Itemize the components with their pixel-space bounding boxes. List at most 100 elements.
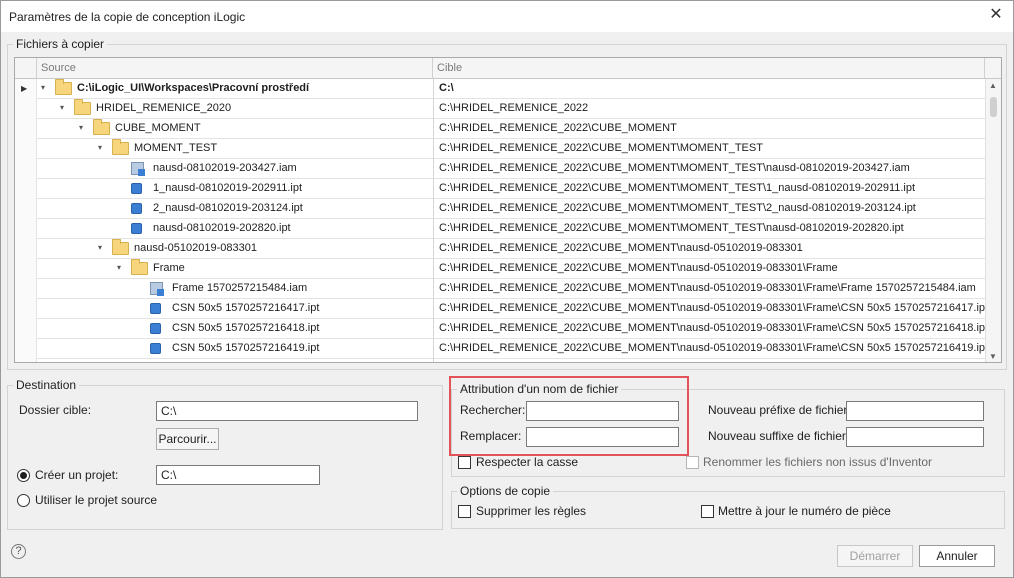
update-part-number-label[interactable]: Mettre à jour le numéro de pièce — [718, 504, 891, 518]
table-row[interactable]: CSN 50x5 1570257216417.ipt C:\HRIDEL_REME… — [15, 299, 985, 319]
expand-collapse-icon[interactable]: ▾ — [117, 263, 121, 272]
table-row[interactable]: ▶ ▾ C:\iLogic_UI\Workspaces\Pracovní prost… — [15, 79, 985, 99]
start-button[interactable]: Démarrer — [837, 545, 913, 567]
close-icon[interactable]: ✕ — [987, 6, 1005, 24]
new-prefix-input[interactable] — [846, 401, 984, 421]
table-row[interactable]: Frame 1570257215484.iam C:\HRIDEL_REMENIC… — [15, 279, 985, 299]
table-row[interactable] — [15, 359, 985, 362]
row-indicator[interactable] — [15, 279, 37, 299]
files-tree-grid: Source Cible ▶ ▾ C:\iLogic_UI\Workspaces\P… — [14, 57, 1002, 363]
part-icon — [150, 323, 161, 334]
row-indicator[interactable] — [15, 139, 37, 159]
row-indicator[interactable] — [15, 319, 37, 339]
target-cell[interactable]: C:\HRIDEL_REMENICE_2022\CUBE_MOMENT\MOME… — [433, 139, 985, 159]
expand-collapse-icon[interactable]: ▾ — [98, 243, 102, 252]
source-cell: CSN 50x5 1570257216419.ipt — [172, 342, 320, 354]
new-prefix-label: Nouveau préfixe de fichier: — [708, 403, 851, 417]
expand-collapse-icon[interactable]: ▾ — [79, 123, 83, 132]
row-indicator[interactable] — [15, 219, 37, 239]
target-cell[interactable]: C:\HRIDEL_REMENICE_2022\CUBE_MOMENT\MOME… — [433, 179, 985, 199]
title-bar: Paramètres de la copie de conception iLo… — [1, 1, 1013, 32]
assembly-icon — [131, 162, 145, 176]
row-indicator[interactable] — [15, 199, 37, 219]
target-column-header[interactable]: Cible — [433, 58, 985, 78]
row-indicator[interactable] — [15, 259, 37, 279]
folder-icon — [131, 259, 148, 275]
create-project-input[interactable]: C:\ — [156, 465, 320, 485]
row-indicator[interactable] — [15, 359, 37, 362]
target-cell[interactable] — [433, 359, 985, 362]
scroll-up-icon[interactable]: ▲ — [989, 81, 997, 90]
create-project-radio[interactable] — [17, 469, 30, 482]
source-cell: Frame — [153, 262, 185, 274]
row-indicator[interactable] — [15, 179, 37, 199]
window-title: Paramètres de la copie de conception iLo… — [9, 10, 246, 24]
source-cell: CSN 50x5 1570257216418.ipt — [172, 322, 320, 334]
target-cell[interactable]: C:\HRIDEL_REMENICE_2022 — [433, 99, 985, 119]
target-cell[interactable]: C:\HRIDEL_REMENICE_2022\CUBE_MOMENT\naus… — [433, 279, 985, 299]
rename-non-inventor-label[interactable]: Renommer les fichiers non issus d'Invent… — [703, 455, 932, 469]
match-case-checkbox[interactable] — [458, 456, 471, 469]
new-suffix-input[interactable] — [846, 427, 984, 447]
target-cell[interactable]: C:\HRIDEL_REMENICE_2022\CUBE_MOMENT\MOME… — [433, 199, 985, 219]
target-cell[interactable]: C:\HRIDEL_REMENICE_2022\CUBE_MOMENT\naus… — [433, 339, 985, 359]
files-group-label: Fichiers à copier — [13, 37, 108, 51]
grid-body: ▶ ▾ C:\iLogic_UI\Workspaces\Pracovní prost… — [15, 79, 985, 362]
search-replace-highlight — [449, 376, 689, 456]
folder-icon — [93, 119, 110, 135]
suppress-rules-checkbox[interactable] — [458, 505, 471, 518]
table-row[interactable]: 1_nausd-08102019-202911.ipt C:\HRIDEL_REM… — [15, 179, 985, 199]
source-cell: C:\iLogic_UI\Workspaces\Pracovní prostře… — [77, 82, 310, 94]
table-row[interactable]: ▾ HRIDEL_REMENICE_2020 C:\HRIDEL_REMENICE_… — [15, 99, 985, 119]
table-row[interactable]: ▾ CUBE_MOMENT C:\HRIDEL_REMENICE_2022\CUBE… — [15, 119, 985, 139]
row-indicator[interactable] — [15, 239, 37, 259]
scroll-thumb[interactable] — [990, 97, 997, 117]
expand-collapse-icon[interactable]: ▾ — [60, 103, 64, 112]
rename-non-inventor-checkbox[interactable] — [686, 456, 699, 469]
grid-vertical-scrollbar[interactable]: ▲ ▼ — [985, 79, 1001, 362]
scroll-down-icon[interactable]: ▼ — [989, 352, 997, 361]
browse-button[interactable]: Parcourir... — [156, 428, 219, 450]
target-cell[interactable]: C:\HRIDEL_REMENICE_2022\CUBE_MOMENT\naus… — [433, 299, 985, 319]
folder-icon — [55, 79, 72, 95]
grid-header: Source Cible — [15, 58, 1001, 79]
table-row[interactable]: ▾ nausd-05102019-083301 C:\HRIDEL_REMENICE… — [15, 239, 985, 259]
row-indicator[interactable] — [15, 339, 37, 359]
copy-options-group-label: Options de copie — [457, 484, 554, 498]
target-cell[interactable]: C:\HRIDEL_REMENICE_2022\CUBE_MOMENT\naus… — [433, 259, 985, 279]
use-source-project-label[interactable]: Utiliser le projet source — [35, 493, 157, 507]
row-indicator[interactable]: ▶ — [15, 79, 37, 99]
folder-icon — [112, 139, 129, 155]
cancel-button[interactable]: Annuler — [919, 545, 995, 567]
table-row[interactable]: CSN 50x5 1570257216419.ipt C:\HRIDEL_REME… — [15, 339, 985, 359]
create-project-label[interactable]: Créer un projet: — [35, 468, 118, 482]
source-column-header[interactable]: Source — [37, 58, 433, 78]
use-source-project-radio[interactable] — [17, 494, 30, 507]
target-cell[interactable]: C:\HRIDEL_REMENICE_2022\CUBE_MOMENT\MOME… — [433, 159, 985, 179]
target-cell[interactable]: C:\HRIDEL_REMENICE_2022\CUBE_MOMENT\naus… — [433, 239, 985, 259]
target-cell[interactable]: C:\HRIDEL_REMENICE_2022\CUBE_MOMENT — [433, 119, 985, 139]
help-icon[interactable]: ? — [11, 544, 26, 559]
row-indicator[interactable] — [15, 119, 37, 139]
update-part-number-checkbox[interactable] — [701, 505, 714, 518]
table-row[interactable]: CSN 50x5 1570257216418.ipt C:\HRIDEL_REME… — [15, 319, 985, 339]
expand-collapse-icon[interactable]: ▾ — [41, 83, 45, 92]
expand-collapse-icon[interactable]: ▾ — [98, 143, 102, 152]
table-row[interactable]: ▾ Frame C:\HRIDEL_REMENICE_2022\CUBE_MOMEN… — [15, 259, 985, 279]
target-cell[interactable]: C:\HRIDEL_REMENICE_2022\CUBE_MOMENT\MOME… — [433, 219, 985, 239]
target-cell[interactable]: C:\HRIDEL_REMENICE_2022\CUBE_MOMENT\naus… — [433, 319, 985, 339]
target-folder-input[interactable]: C:\ — [156, 401, 418, 421]
folder-icon — [74, 99, 91, 115]
row-indicator[interactable] — [15, 99, 37, 119]
match-case-label[interactable]: Respecter la casse — [476, 455, 578, 469]
table-row[interactable]: nausd-08102019-203427.iam C:\HRIDEL_REMEN… — [15, 159, 985, 179]
table-row[interactable]: ▾ MOMENT_TEST C:\HRIDEL_REMENICE_2022\CUBE… — [15, 139, 985, 159]
source-cell: CSN 50x5 1570257216417.ipt — [172, 302, 320, 314]
table-row[interactable]: nausd-08102019-202820.ipt C:\HRIDEL_REMEN… — [15, 219, 985, 239]
table-row[interactable]: 2_nausd-08102019-203124.ipt C:\HRIDEL_REM… — [15, 199, 985, 219]
suppress-rules-label[interactable]: Supprimer les règles — [476, 504, 586, 518]
row-indicator[interactable] — [15, 159, 37, 179]
row-indicator[interactable] — [15, 299, 37, 319]
new-suffix-label: Nouveau suffixe de fichier: — [708, 429, 850, 443]
target-cell[interactable]: C:\ — [433, 79, 985, 99]
